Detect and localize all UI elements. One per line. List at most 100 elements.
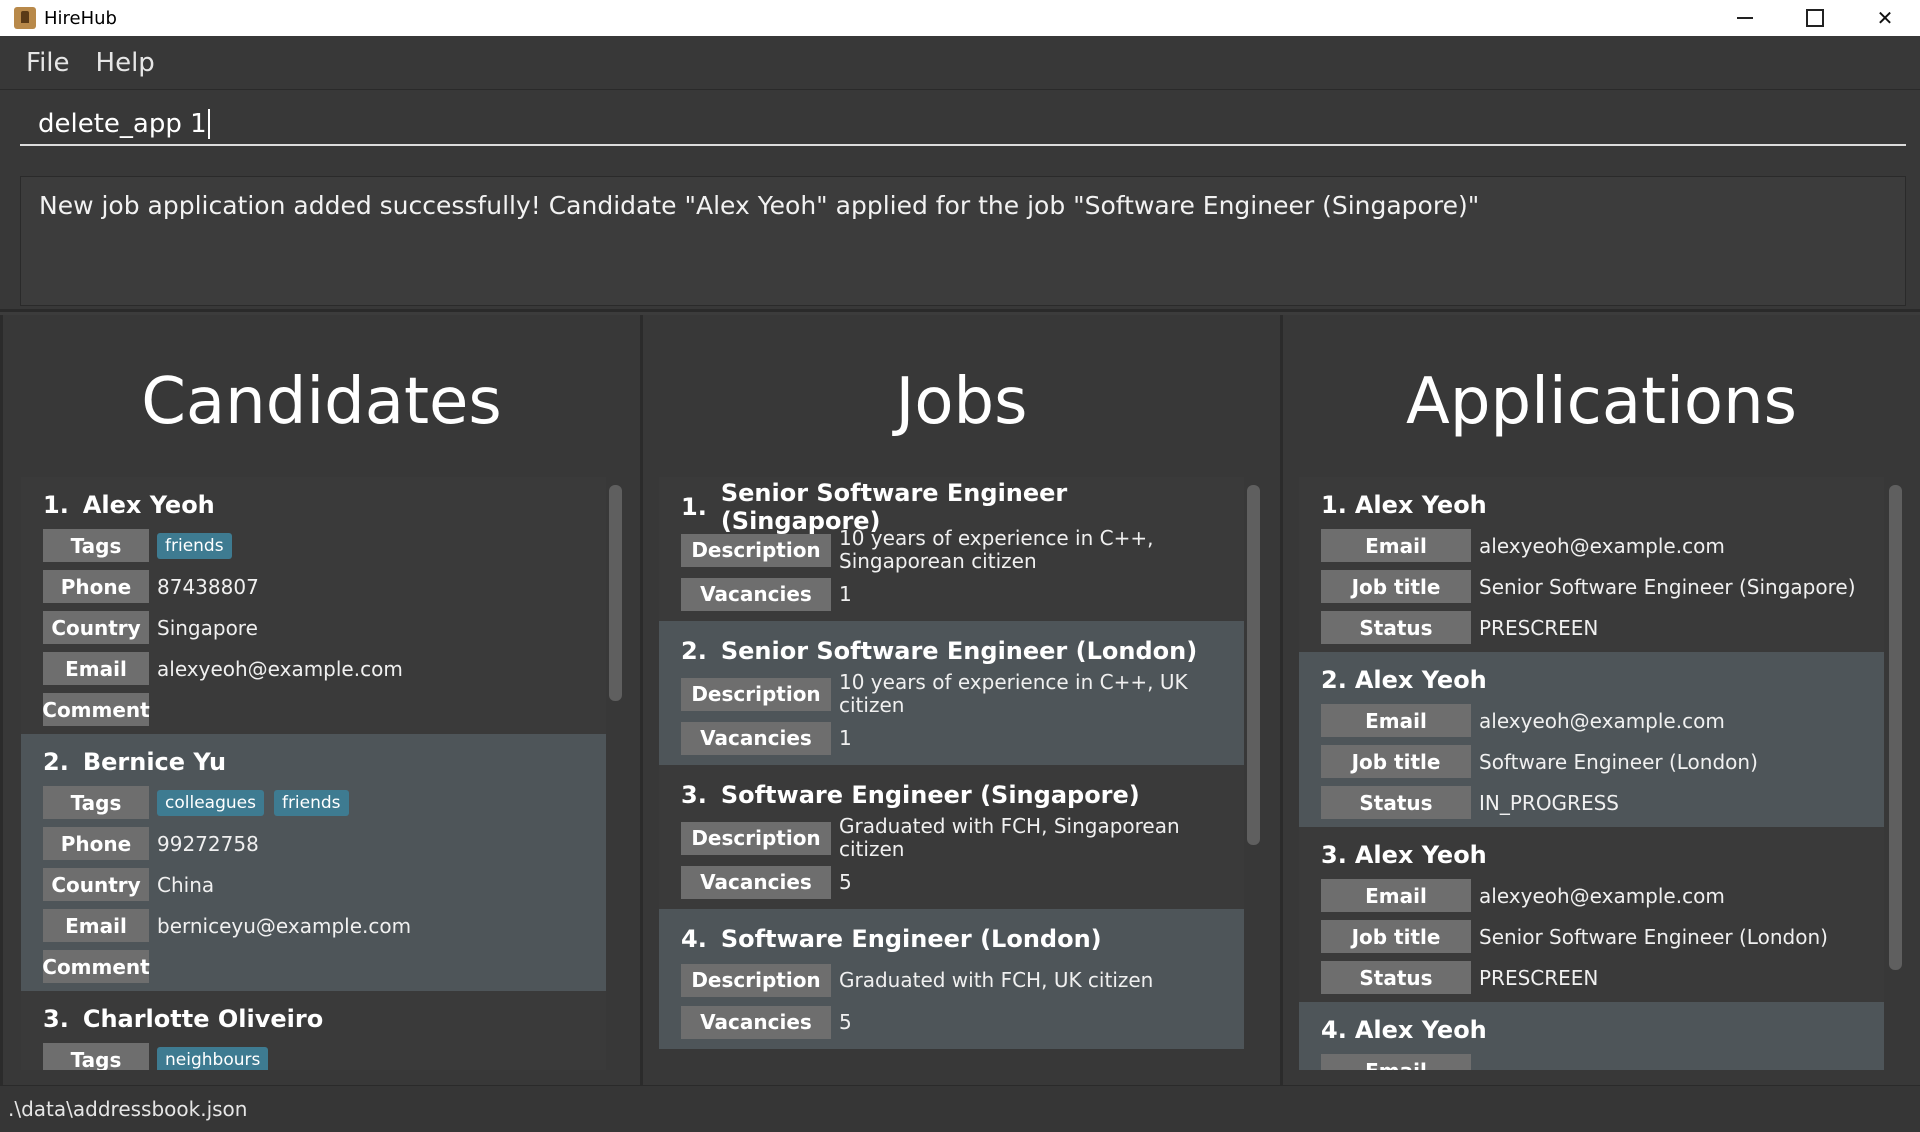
description-value: Graduated with FCH, Singaporean citizen — [839, 814, 1180, 861]
country-label: Country — [43, 611, 149, 644]
command-input[interactable]: delete_app 1 — [20, 104, 1906, 146]
candidates-scrollbar[interactable] — [609, 485, 622, 701]
candidates-list[interactable]: 1. Alex Yeoh Tags friends Phone 87438807 Co… — [21, 477, 606, 1070]
status-label: Status — [1321, 786, 1471, 819]
application-index: 2. — [1321, 666, 1347, 694]
description-label: Description — [681, 963, 831, 997]
candidates-panel: Candidates 1. Alex Yeoh Tags friends Phone… — [3, 315, 640, 1085]
application-card[interactable]: 4.Alex Yeoh Email — [1299, 1002, 1884, 1070]
email-label: Email — [1321, 704, 1471, 737]
job-title: Software Engineer (Singapore) — [720, 781, 1140, 809]
phone-label: Phone — [43, 827, 149, 860]
vacancies-value: 1 — [839, 581, 852, 606]
applications-title: Applications — [1406, 365, 1797, 439]
data-file-path: .\data\addressbook.json — [8, 1097, 248, 1121]
vacancies-label: Vacancies — [681, 721, 831, 755]
jobs-title: Jobs — [895, 365, 1028, 439]
job-title-label: Job title — [1321, 745, 1471, 778]
email-value: alexyeoh@example.com — [1479, 883, 1725, 908]
country-value: China — [157, 872, 215, 897]
maximize-button[interactable] — [1780, 0, 1850, 36]
tag-badge: friends — [273, 790, 349, 816]
job-index: 1. — [681, 493, 707, 521]
email-value: berniceyu@example.com — [157, 913, 412, 938]
vacancies-value: 1 — [839, 725, 852, 750]
description-value: Graduated with FCH, UK citizen — [839, 967, 1154, 992]
job-index: 4. — [681, 925, 707, 953]
tag-badge: friends — [157, 533, 232, 559]
text-caret — [207, 109, 210, 139]
job-card[interactable]: 4. Software Engineer (London) Description… — [659, 909, 1244, 1049]
description-label: Description — [681, 533, 831, 567]
candidate-index: 3. — [43, 1005, 69, 1033]
phone-value: 99272758 — [157, 831, 259, 856]
application-index: 3. — [1321, 841, 1347, 869]
email-label: Email — [1321, 1054, 1471, 1070]
tags-label: Tags — [43, 1043, 149, 1070]
job-card[interactable]: 1. Senior Software Engineer (Singapore) D… — [659, 477, 1244, 621]
candidate-card[interactable]: 1. Alex Yeoh Tags friends Phone 87438807 Co… — [21, 477, 606, 734]
application-index: 4. — [1321, 1016, 1347, 1044]
email-label: Email — [43, 652, 149, 685]
status-label: Status — [1321, 961, 1471, 994]
result-area: New job application added successfully! … — [0, 162, 1920, 312]
status-bar: .\data\addressbook.json — [0, 1085, 1920, 1132]
country-value: Singapore — [157, 615, 258, 640]
job-card[interactable]: 3. Software Engineer (Singapore) Descript… — [659, 765, 1244, 909]
status-value: IN_PROGRESS — [1479, 790, 1619, 815]
job-title: Senior Software Engineer (London) — [720, 637, 1198, 665]
title-bar: HireHub ✕ — [0, 0, 1920, 36]
result-display[interactable]: New job application added successfully! … — [20, 176, 1906, 306]
application-index: 1. — [1321, 491, 1347, 519]
phone-value: 87438807 — [157, 574, 259, 599]
jobs-panel: Jobs 1. Senior Software Engineer (Singapo… — [643, 315, 1280, 1085]
status-value: PRESCREEN — [1479, 965, 1599, 990]
job-title-value: Senior Software Engineer (Singapore) — [1479, 574, 1856, 599]
phone-label: Phone — [43, 570, 149, 603]
candidate-name: Alex Yeoh — [82, 491, 215, 519]
vacancies-label: Vacancies — [681, 577, 831, 611]
job-index: 2. — [681, 637, 707, 665]
email-label: Email — [1321, 529, 1471, 562]
job-title-label: Job title — [1321, 920, 1471, 953]
status-value: PRESCREEN — [1479, 615, 1599, 640]
minimize-button[interactable] — [1710, 0, 1780, 36]
description-label: Description — [681, 821, 831, 855]
description-value: 10 years of experience in C++, Singapore… — [839, 526, 1154, 573]
menu-file[interactable]: File — [26, 48, 70, 78]
application-card[interactable]: 1. Alex Yeoh Email alexyeoh@example.com Jo… — [1299, 477, 1884, 652]
applicant-name: Alex Yeoh — [1354, 1016, 1487, 1044]
candidate-index: 2. — [43, 748, 69, 776]
applications-list[interactable]: 1. Alex Yeoh Email alexyeoh@example.com Jo… — [1299, 477, 1884, 1070]
jobs-list[interactable]: 1. Senior Software Engineer (Singapore) D… — [659, 477, 1244, 1070]
close-button[interactable]: ✕ — [1850, 0, 1920, 36]
job-title: Software Engineer (London) — [720, 925, 1102, 953]
candidate-card[interactable]: 3. Charlotte Oliveiro Tags neighbours — [21, 991, 606, 1070]
applicant-name: Alex Yeoh — [1354, 841, 1487, 869]
country-label: Country — [43, 868, 149, 901]
applications-panel: Applications 1. Alex Yeoh Email alexyeoh@e… — [1283, 315, 1920, 1085]
command-area: delete_app 1 — [0, 90, 1920, 162]
tags-label: Tags — [43, 786, 149, 819]
tag-badge: colleagues — [157, 790, 264, 816]
applicant-name: Alex Yeoh — [1354, 666, 1487, 694]
description-value: 10 years of experience in C++, UK citize… — [839, 670, 1188, 717]
candidate-card[interactable]: 2. Bernice Yu Tags colleagues friends Phone… — [21, 734, 606, 991]
job-card[interactable]: 2. Senior Software Engineer (London) Desc… — [659, 621, 1244, 765]
email-label: Email — [1321, 879, 1471, 912]
vacancies-value: 5 — [839, 869, 852, 894]
window-controls: ✕ — [1710, 0, 1920, 36]
candidate-index: 1. — [43, 491, 69, 519]
vacancies-label: Vacancies — [681, 865, 831, 899]
jobs-scrollbar[interactable] — [1247, 485, 1260, 845]
email-value: alexyeoh@example.com — [157, 656, 403, 681]
application-card[interactable]: 3. Alex Yeoh Email alexyeoh@example.com Jo… — [1299, 827, 1884, 1002]
application-card[interactable]: 2. Alex Yeoh Email alexyeoh@example.com Jo… — [1299, 652, 1884, 827]
menu-help[interactable]: Help — [96, 48, 155, 78]
description-label: Description — [681, 677, 831, 711]
vacancies-value: 5 — [839, 1009, 852, 1034]
applications-scrollbar[interactable] — [1889, 485, 1902, 970]
candidates-title: Candidates — [141, 365, 502, 439]
email-value: alexyeoh@example.com — [1479, 533, 1725, 558]
email-value: alexyeoh@example.com — [1479, 708, 1725, 733]
